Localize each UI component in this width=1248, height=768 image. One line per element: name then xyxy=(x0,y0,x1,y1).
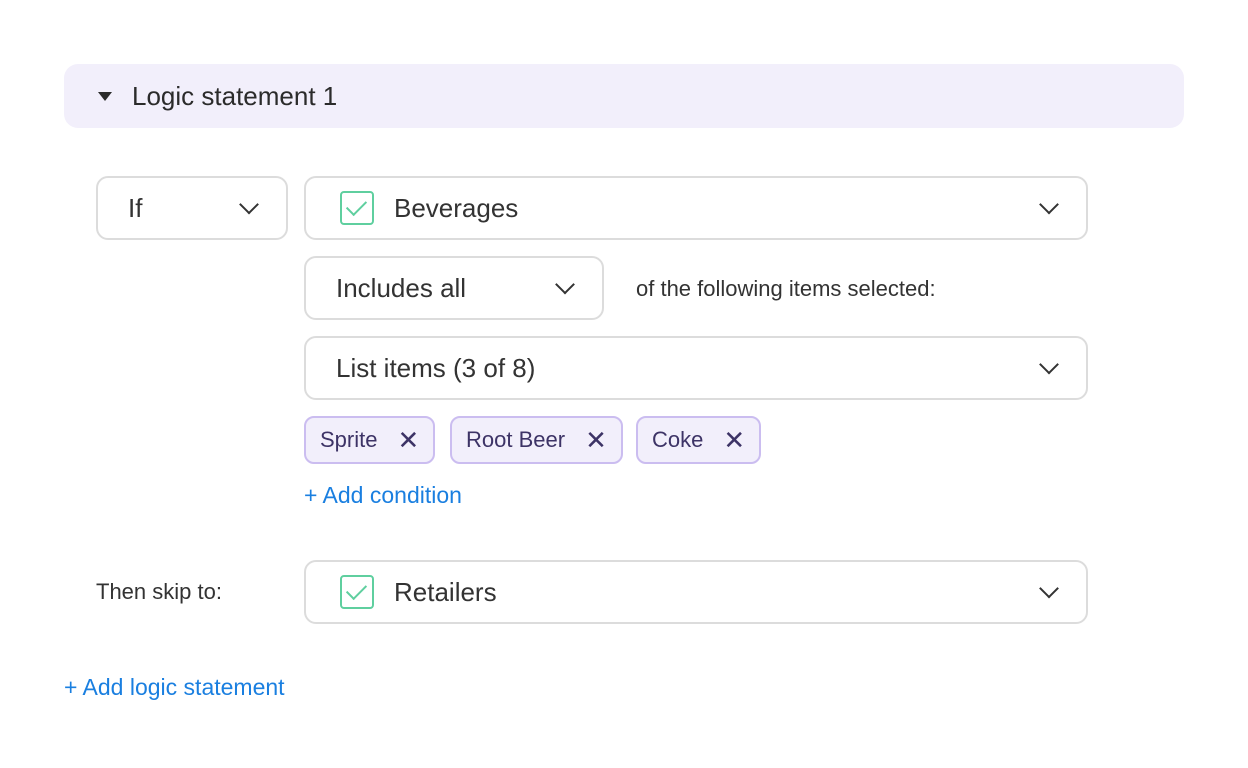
tag-label: Coke xyxy=(652,427,704,452)
then-skip-label: Then skip to: xyxy=(96,579,222,604)
question-select[interactable]: Beverages xyxy=(304,176,1088,240)
list-items-select[interactable]: List items (3 of 8) xyxy=(304,336,1088,400)
tag-label: Root Beer xyxy=(466,427,566,452)
logic-statement-title: Logic statement 1 xyxy=(132,80,338,111)
add-logic-statement-link[interactable]: + Add logic statement xyxy=(64,674,285,701)
close-icon[interactable]: ✕ xyxy=(723,425,745,456)
tag-item: Root Beer ✕ xyxy=(450,416,623,464)
operator-select[interactable]: Includes all xyxy=(304,256,604,320)
chevron-down-icon xyxy=(1039,578,1059,599)
if-select[interactable]: If xyxy=(96,176,288,240)
chevron-down-icon xyxy=(555,274,575,295)
operator-select-value: Includes all xyxy=(336,272,467,303)
list-items-select-value: List items (3 of 8) xyxy=(336,352,536,383)
tag-label: Sprite xyxy=(320,427,378,452)
skip-target-value: Retailers xyxy=(394,576,497,607)
logic-statement-header[interactable]: Logic statement 1 xyxy=(64,64,1184,128)
skip-target-select[interactable]: Retailers xyxy=(304,560,1088,624)
tag-item: Sprite ✕ xyxy=(304,416,436,464)
chevron-down-icon xyxy=(1039,354,1059,375)
question-select-value: Beverages xyxy=(394,192,519,223)
chevron-down-icon xyxy=(239,194,259,215)
caret-down-icon xyxy=(98,91,112,101)
close-icon[interactable]: ✕ xyxy=(397,425,419,456)
add-condition-link[interactable]: + Add condition xyxy=(304,482,462,509)
operator-suffix: of the following items selected: xyxy=(636,276,936,301)
checkbox-icon xyxy=(340,191,374,225)
checkbox-icon xyxy=(340,575,374,609)
if-select-value: If xyxy=(128,192,143,223)
chevron-down-icon xyxy=(1039,194,1059,215)
close-icon[interactable]: ✕ xyxy=(585,425,607,456)
tag-item: Coke ✕ xyxy=(636,416,762,464)
